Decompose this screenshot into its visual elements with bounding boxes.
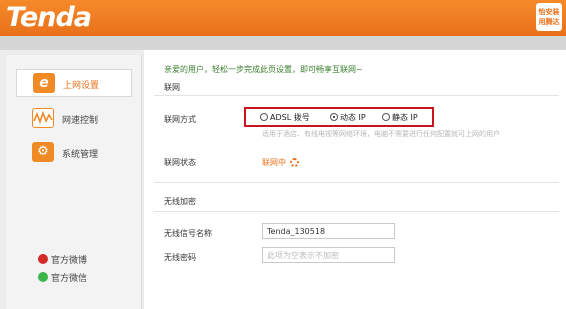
main-panel: 亲爱的用户，轻松一步完成此页设置，即可畅享互联网~ 联网 联网方式 ADSL 拨… [144, 50, 566, 309]
badge-line-1: 怡安装 [538, 8, 560, 16]
header-bar: Tenda 怡安装 用腾达 [0, 0, 566, 36]
header-stripe [0, 36, 566, 50]
radio-label: 动态 IP [340, 113, 366, 122]
weibo-label: 官方微博 [51, 256, 88, 266]
radio-checked-icon [330, 113, 338, 121]
radio-circle-icon [260, 113, 268, 121]
radio-label: 静态 IP [392, 113, 418, 122]
sidebar-item-label: 上网设置 [63, 81, 100, 91]
radio-static-ip[interactable]: 静态 IP [382, 112, 418, 123]
sidebar-item-speed-control[interactable]: 网速控制 [16, 105, 132, 133]
divider [154, 95, 559, 96]
official-wechat-link[interactable]: 官方微信 [38, 271, 87, 284]
tenda-logo: Tenda [6, 2, 92, 33]
wifi-password-label: 无线密码 [164, 253, 196, 262]
radio-adsl[interactable]: ADSL 拨号 [260, 112, 310, 123]
internet-e-icon: e [33, 73, 55, 93]
sidebar-item-label: 网速控制 [62, 116, 99, 126]
connection-type-radio-group: ADSL 拨号 动态 IP 静态 IP [244, 107, 434, 127]
internet-section-title: 联网 [164, 83, 180, 92]
sidebar-item-label: 系统管理 [62, 150, 99, 160]
loading-spinner-icon [290, 158, 299, 167]
radio-circle-icon [382, 113, 390, 121]
sidebar-item-system-management[interactable]: ⚙ 系统管理 [16, 139, 132, 167]
connection-type-label: 联网方式 [164, 115, 196, 124]
official-weibo-link[interactable]: 官方微博 [38, 253, 87, 266]
badge-line-2: 用腾达 [538, 18, 560, 26]
radio-label: ADSL 拨号 [270, 113, 310, 122]
connection-hint: 适用于酒店、有线电视等网络环境，电脑不需要进行任何配置就可上网的用户 [262, 130, 500, 138]
sidebar: e 上网设置 网速控制 ⚙ 系统管理 官方微博 官方微信 [6, 55, 142, 309]
ssid-label: 无线信号名称 [164, 229, 212, 238]
install-badge[interactable]: 怡安装 用腾达 [536, 3, 562, 31]
weibo-icon [38, 254, 48, 264]
connection-status-label: 联网状态 [164, 158, 196, 167]
divider [154, 182, 559, 183]
gear-icon: ⚙ [32, 142, 54, 162]
status-text: 联网中 [262, 158, 286, 167]
sidebar-item-internet-settings[interactable]: e 上网设置 [16, 69, 132, 97]
wechat-icon [38, 272, 48, 282]
wireless-section-title: 无线加密 [164, 197, 196, 206]
wifi-password-input[interactable] [262, 247, 395, 263]
wechat-label: 官方微信 [51, 274, 88, 284]
divider [154, 211, 559, 212]
ssid-input[interactable] [262, 223, 395, 239]
speed-wave-icon [32, 108, 54, 128]
connection-status-value: 联网中 [262, 157, 299, 168]
radio-dynamic-ip[interactable]: 动态 IP [330, 112, 366, 123]
greeting-text: 亲爱的用户，轻松一步完成此页设置，即可畅享互联网~ [164, 65, 363, 74]
